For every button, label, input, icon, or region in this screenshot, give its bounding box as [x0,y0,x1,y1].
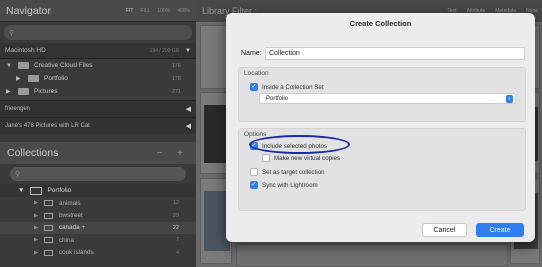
disclosure-triangle-icon[interactable]: ▶ [34,200,44,206]
sync-with-lightroom-label: Sync with Lightroom [262,181,318,189]
collection-count: 22 [172,224,179,231]
zoom-fit[interactable]: FIT [126,8,134,14]
checkmark-icon[interactable]: ✓ [250,83,258,91]
section-label: frieengen [5,106,31,112]
volume-size: 194 / 200 GB [149,47,180,54]
volume-section-row[interactable]: frieengen ◀ [0,100,196,117]
cancel-button[interactable]: Cancel [422,223,467,237]
collection-label: canada + [59,224,86,232]
zoom-400[interactable]: 400% [177,8,190,14]
lightroom-window: Navigator FIT FILL 100% 400% ⚲ Macintosh… [0,0,542,267]
collection-count: 29 [172,212,179,219]
folder-icon [18,62,29,69]
disclosure-triangle-icon[interactable]: ▶ [34,213,44,219]
checkmark-icon[interactable]: ✓ [250,181,258,189]
collections-title: Collections [7,147,59,159]
checkbox-empty-icon[interactable] [262,154,270,162]
navigator-zoom-options: FIT FILL 100% 400% [126,8,190,14]
collapse-triangle-icon[interactable]: ▼ [185,48,191,54]
collection-label: china [59,236,75,244]
disclosure-triangle-icon[interactable]: ▶ [34,250,44,256]
expand-arrow-icon[interactable]: ◀ [186,122,191,130]
zoom-fill[interactable]: FILL [140,8,150,14]
make-virtual-copies-label: Make new virtual copies [274,154,341,162]
dialog-title: Create Collection [349,19,412,28]
inside-collection-set-label: Inside a Collection Set [262,83,324,91]
collection-icon [44,224,53,231]
collection-set-value: Portfolio [266,95,289,102]
checkbox-empty-icon[interactable] [250,168,258,176]
collection-row[interactable]: ▶ china 7 [0,234,196,246]
collection-count: 7 [175,237,179,244]
collection-row[interactable]: ▶ animals 12 [0,197,196,209]
collection-icon [44,237,53,244]
folders-search-input[interactable]: ⚲ [4,25,192,40]
set-target-collection-checkbox[interactable]: Set as target collection [250,168,325,176]
navigator-title: Navigator [6,4,51,17]
volume-row[interactable]: Macintosh HD 194 / 200 GB ▼ [0,43,196,59]
disclosure-triangle-icon[interactable]: ▶ [16,75,26,82]
name-label: Name: [241,50,262,57]
folder-label: Portfolio [44,75,68,82]
collection-row[interactable]: ▶ cook islands 4 [0,247,196,259]
collections-add-remove-buttons[interactable]: − + [157,148,189,159]
folder-row[interactable]: ▼ Creative Cloud Files 176 [0,59,196,72]
search-icon: ⚲ [9,29,15,37]
section-label: Jane's 478 Pictures with LR Cat [5,123,90,129]
collection-count: 12 [172,200,179,207]
folder-count: 176 [171,62,181,69]
folder-icon [28,75,39,82]
disclosure-triangle-icon[interactable]: ▼ [6,63,16,69]
navigator-header[interactable]: Navigator FIT FILL 100% 400% [0,0,196,22]
location-label: Location [244,70,269,77]
collection-set-row[interactable]: ▼ Portfolio [0,184,196,197]
create-collection-dialog: Create Collection Name: Collection Locat… [226,13,535,242]
collection-set-select[interactable]: Portfolio ⇕ [259,93,516,104]
collection-icon [44,249,53,256]
collection-name-input[interactable]: Collection [265,47,525,60]
collection-label: cook islands [59,249,94,257]
grid-row-bottom [236,244,508,267]
disclosure-triangle-icon[interactable]: ▼ [18,187,24,194]
disclosure-triangle-icon[interactable]: ▶ [34,237,44,243]
sync-with-lightroom-checkbox[interactable]: ✓ Sync with Lightroom [250,181,318,189]
annotation-highlight-oval [249,135,350,154]
expand-arrow-icon[interactable]: ◀ [186,105,191,113]
left-panel: Navigator FIT FILL 100% 400% ⚲ Macintosh… [0,0,196,267]
folder-count: 178 [171,75,181,82]
folder-label: Pictures [34,88,58,95]
disclosure-triangle-icon[interactable]: ▶ [6,88,16,95]
folder-icon [18,88,29,95]
collections-search-input[interactable]: ⚲ [10,167,186,181]
collection-label: bwstreet [59,212,83,220]
collection-row[interactable]: ▶ bwstreet 29 [0,209,196,221]
search-icon: ⚲ [15,171,21,178]
folder-row[interactable]: ▶ Pictures 271 [0,85,196,98]
set-target-collection-label: Set as target collection [262,168,325,176]
collections-header[interactable]: Collections − + [0,142,196,164]
folder-count: 271 [171,88,181,95]
zoom-100[interactable]: 100% [157,8,170,14]
collection-label: animals [59,199,81,207]
collection-set-icon [30,186,43,195]
collection-icon [44,200,53,207]
collection-row-selected[interactable]: ▶ canada + 22 [0,221,196,235]
volume-section-row[interactable]: Jane's 478 Pictures with LR Cat ◀ [0,117,196,134]
folder-row[interactable]: ▶ Portfolio 178 [0,72,196,85]
volume-name: Macintosh HD [5,47,46,54]
select-arrows-icon[interactable]: ⇕ [506,95,513,103]
collection-icon [44,212,53,219]
collection-count: 4 [175,249,179,256]
create-button[interactable]: Create [476,223,524,237]
disclosure-triangle-icon[interactable]: ▶ [34,225,44,231]
folder-label: Creative Cloud Files [34,62,93,69]
collection-set-label: Portfolio [47,187,72,194]
make-virtual-copies-checkbox[interactable]: Make new virtual copies [262,154,340,162]
inside-collection-set-checkbox[interactable]: ✓ Inside a Collection Set [250,83,324,91]
